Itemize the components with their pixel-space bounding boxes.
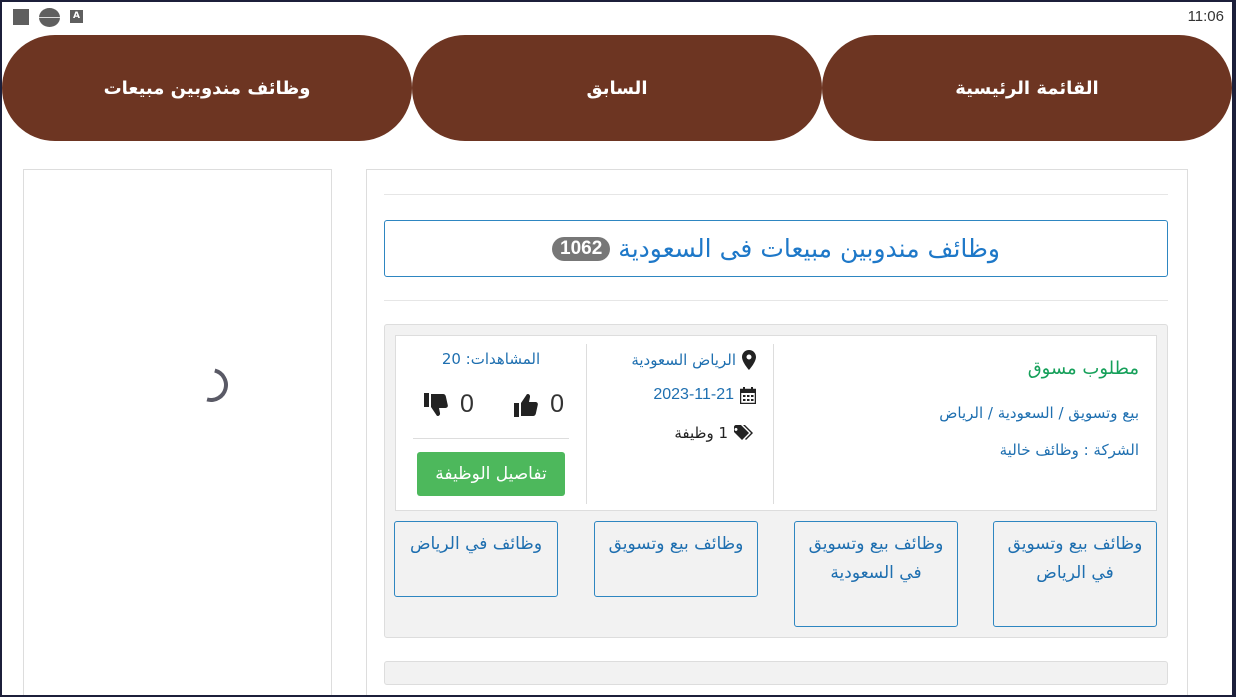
dislike-button[interactable]: 0 [424,390,474,419]
divider [384,300,1168,301]
page-title-box: وظائف مندوبين مبيعات فى السعودية 1062 [384,220,1168,277]
views-count: المشاهدات: 20 [441,350,541,368]
divider [586,344,587,504]
votes: 0 0 [424,390,564,419]
top-nav: القائمة الرئيسية السابق وظائف مندوبين مب… [2,35,1232,145]
status-time: 11:06 [1187,8,1224,25]
count-badge: 1062 [552,236,611,261]
app-screen: A 11:06 القائمة الرئيسية السابق وظائف من… [2,2,1232,695]
circle-icon [39,8,60,27]
job-listing: مطلوب مسوق بيع وتسويق / السعودية / الريا… [384,324,1168,638]
job-actions: المشاهدات: 20 0 0 تفاصيل الوظيفة [396,336,586,510]
square-icon [13,9,29,25]
job-company: الشركة : وظائف خالية [999,441,1139,459]
tag-link[interactable]: وظائف بيع وتسويق [594,521,758,597]
main-panel: وظائف مندوبين مبيعات فى السعودية 1062 مط… [366,169,1188,695]
loading-spinner-icon [187,361,235,409]
thumbs-up-icon [514,393,538,417]
side-panel [23,169,332,695]
previous-button[interactable]: السابق [412,35,822,141]
location-text: الرياض السعودية [631,351,736,369]
page-title: وظائف مندوبين مبيعات فى السعودية [618,234,1000,263]
date-text: 2023-11-21 [653,386,734,403]
job-category-path: بيع وتسويق / السعودية / الرياض [939,404,1139,422]
tag-link[interactable]: وظائف في الرياض [394,521,558,597]
next-listing-placeholder [384,661,1168,685]
job-meta: الرياض السعودية 2023-11-21 1 وظيفة [588,336,772,510]
job-details-button[interactable]: تفاصيل الوظيفة [417,452,565,496]
tag-link[interactable]: وظائف بيع وتسويق في السعودية [794,521,958,627]
home-menu-button[interactable]: القائمة الرئيسية [822,35,1232,141]
divider [384,194,1168,195]
calendar-icon [740,386,756,404]
job-info: مطلوب مسوق بيع وتسويق / السعودية / الريا… [774,336,1156,510]
tag-link[interactable]: وظائف بيع وتسويق في الرياض [993,521,1157,627]
divider [773,344,774,504]
related-tags: وظائف بيع وتسويق في الرياض وظائف بيع وتس… [385,521,1167,631]
job-date: 2023-11-21 [653,386,756,404]
dislike-count: 0 [460,390,474,418]
category-button[interactable]: وظائف مندوبين مبيعات [2,35,412,141]
job-card: مطلوب مسوق بيع وتسويق / السعودية / الريا… [395,335,1157,511]
a-icon: A [70,10,83,23]
divider [413,438,569,439]
thumbs-down-icon [424,392,448,416]
job-title-link[interactable]: مطلوب مسوق [1028,358,1139,379]
map-marker-icon [742,350,756,370]
like-count: 0 [550,390,564,418]
status-bar: A 11:06 [2,2,1232,32]
tags-icon [734,425,753,440]
job-location: الرياض السعودية [631,350,756,370]
like-button[interactable]: 0 [514,390,564,419]
job-openings: 1 وظيفة [674,424,756,442]
jobs-count-text: 1 وظيفة [674,424,728,442]
